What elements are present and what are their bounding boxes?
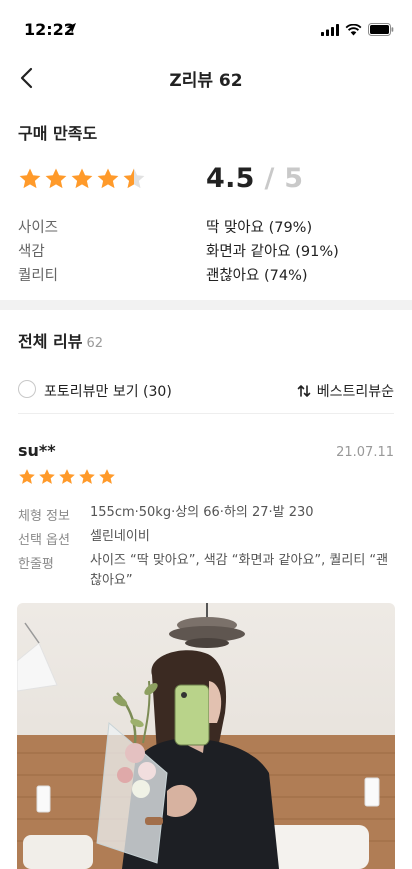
star-icon: [97, 168, 119, 189]
stat-value: 화면과 같아요 (91%): [206, 244, 339, 260]
battery-icon: [368, 23, 394, 36]
stat-row-size: 사이즈 딱 맞아요 (79%): [18, 216, 398, 238]
all-reviews-title: 전체 리뷰 62: [18, 328, 103, 352]
detail-label: 체형 정보: [18, 509, 70, 524]
detail-value: 사이즈 “딱 맞아요”, 색감 “화면과 같아요”, 퀄리티 “괜찮아요”: [90, 553, 389, 588]
stat-row-quality: 퀄리티 괜찮아요 (74%): [18, 264, 398, 286]
photo-only-radio[interactable]: [18, 380, 36, 398]
sort-label: 베스트리뷰순: [316, 384, 394, 400]
stat-value: 괜찮아요 (74%): [206, 268, 308, 284]
star-icon: [71, 168, 93, 189]
sort-button[interactable]: 베스트리뷰순: [297, 381, 394, 401]
review-author: su**: [18, 441, 56, 460]
stat-label: 퀄리티: [18, 268, 59, 284]
nav-bar: Z리뷰 62: [0, 56, 412, 100]
detail-value: 셀린네이비: [90, 529, 150, 544]
wifi-icon: [345, 23, 362, 35]
detail-value: 155cm·50kg·상의 66·하의 27·발 230: [90, 505, 314, 520]
photo-only-label[interactable]: 포토리뷰만 보기 (30): [44, 381, 172, 401]
status-bar: 12:22: [0, 0, 412, 56]
review-stars: [18, 468, 116, 486]
rating-score: 4.5: [206, 163, 255, 194]
rating-max: / 5: [264, 163, 304, 194]
review-date: 21.07.11: [336, 445, 394, 460]
filter-row: 포토리뷰만 보기 (30) 베스트리뷰순: [18, 376, 394, 404]
stat-row-color: 색감 화면과 같아요 (91%): [18, 240, 398, 262]
star-icon: [45, 168, 67, 189]
stat-value: 딱 맞아요 (79%): [206, 220, 313, 236]
half-star-icon: [123, 168, 145, 189]
detail-label: 선택 옵션: [18, 533, 70, 548]
stat-label: 색감: [18, 244, 45, 260]
satisfaction-title: 구매 만족도: [18, 124, 98, 143]
sort-arrows-icon: [297, 385, 311, 397]
star-icon: [19, 168, 41, 189]
star-icon: [19, 469, 35, 484]
all-reviews-label: 전체 리뷰: [18, 332, 83, 351]
stat-label: 사이즈: [18, 220, 59, 236]
star-icon: [79, 469, 95, 484]
star-icon: [39, 469, 55, 484]
location-arrow-icon: [66, 23, 76, 33]
signal-icon: [321, 23, 339, 36]
review-photo[interactable]: [17, 603, 395, 869]
detail-label: 한줄평: [18, 557, 54, 572]
star-icon: [99, 469, 115, 484]
average-rating: 4.5 / 5: [206, 163, 303, 194]
section-divider: [0, 300, 412, 310]
average-rating-stars: [18, 167, 146, 191]
star-icon: [59, 469, 75, 484]
page-title: Z리뷰 62: [169, 71, 243, 91]
review-count: 62: [86, 336, 103, 351]
divider: [18, 413, 394, 414]
